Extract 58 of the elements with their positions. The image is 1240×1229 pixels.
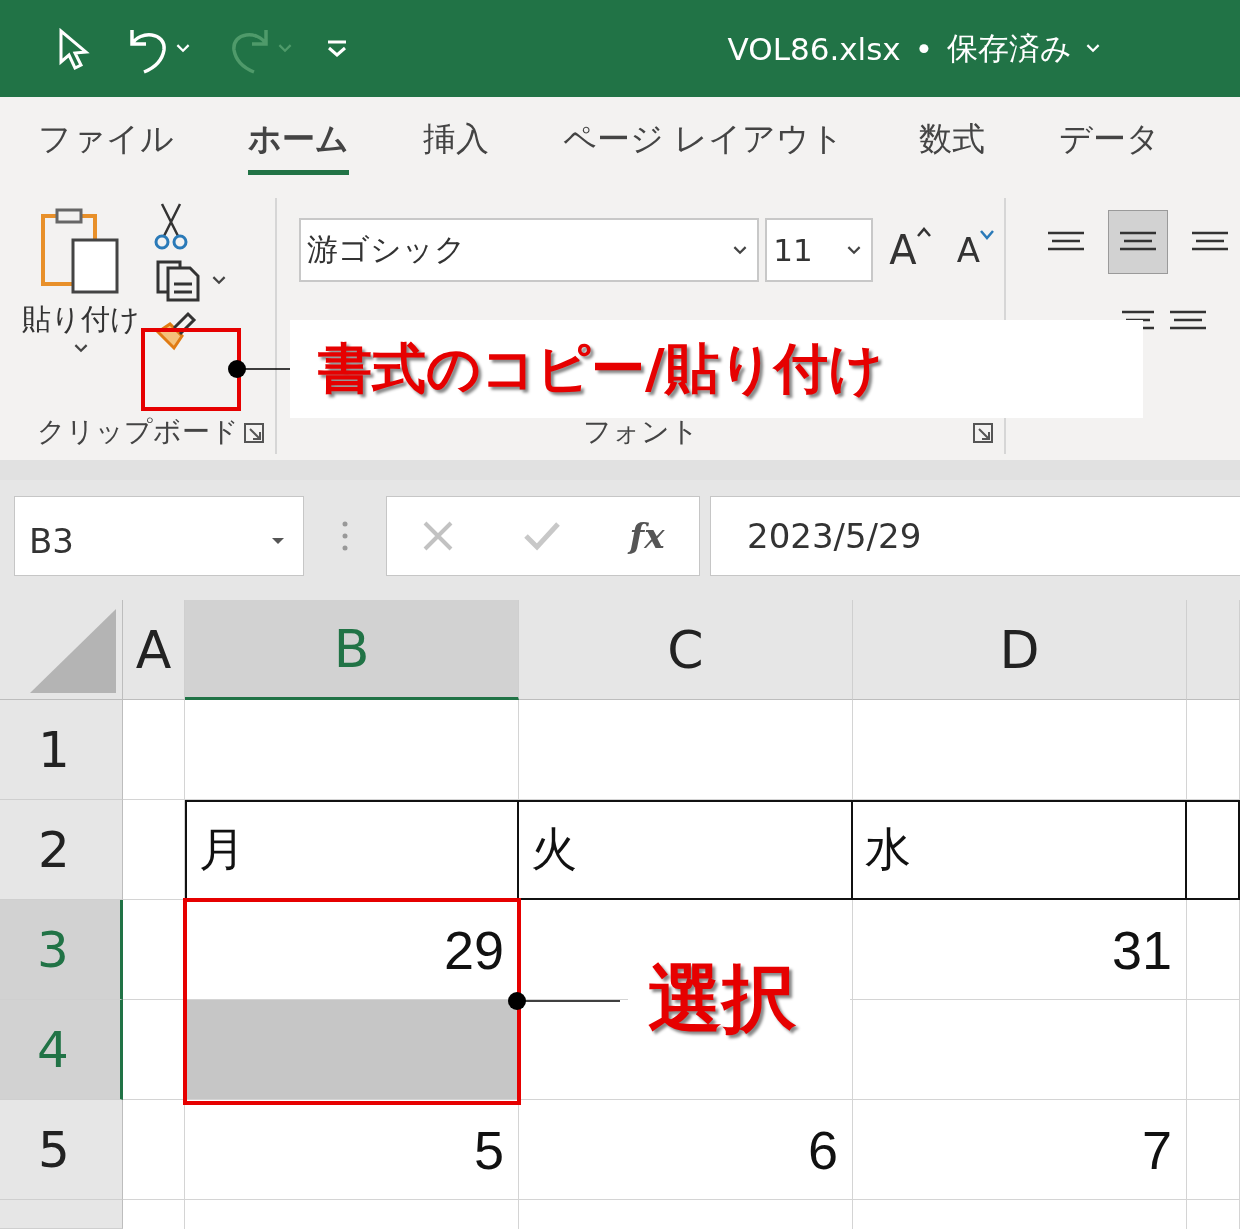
caret-icon bbox=[1086, 44, 1100, 53]
callout-label: 書式のコピー/貼り付け bbox=[290, 320, 1143, 418]
row-header[interactable]: 5 bbox=[0, 1100, 123, 1200]
cell-text: 月 bbox=[185, 800, 519, 900]
check-icon[interactable] bbox=[522, 521, 561, 551]
caret-icon bbox=[74, 344, 88, 353]
cell-text: 火 bbox=[519, 800, 853, 900]
paste-button[interactable]: 貼り付け bbox=[0, 198, 140, 410]
separator-dot: • bbox=[914, 30, 933, 67]
caret-down-icon bbox=[980, 230, 994, 240]
cell-text: 5 bbox=[185, 1100, 519, 1200]
cell-text: 水 bbox=[853, 800, 1187, 900]
ribbon-tab[interactable]: ファイル bbox=[38, 97, 174, 175]
caret-up-icon bbox=[916, 227, 931, 237]
paintbrush-icon[interactable] bbox=[154, 310, 198, 352]
cell-text: 7 bbox=[853, 1100, 1187, 1200]
formula-field[interactable]: 2023/5/29 bbox=[710, 496, 1240, 576]
ribbon-tab[interactable]: 挿入 bbox=[423, 97, 489, 175]
group-label: クリップボード bbox=[36, 414, 239, 450]
row-header[interactable]: 3 bbox=[0, 900, 123, 1000]
align-button[interactable] bbox=[1108, 210, 1168, 274]
insert-function-button[interactable]: fx bbox=[629, 516, 665, 556]
ribbon-tab[interactable]: データ bbox=[1058, 97, 1160, 175]
copy-icon[interactable] bbox=[154, 258, 202, 302]
caret-icon bbox=[733, 245, 748, 255]
font-name-dropdown[interactable]: 游ゴシック bbox=[299, 218, 760, 282]
ribbon-tab[interactable]: ページ レイアウト bbox=[563, 97, 845, 175]
row-header[interactable]: 1 bbox=[0, 700, 123, 800]
grip-dots-icon bbox=[342, 521, 348, 551]
column-header[interactable]: D bbox=[853, 600, 1187, 700]
column-header[interactable]: C bbox=[519, 600, 853, 700]
cell-text: 31 bbox=[853, 900, 1187, 1000]
customize-icon[interactable] bbox=[326, 38, 348, 59]
ribbon-tab[interactable]: ホーム bbox=[248, 97, 349, 175]
font-size-dropdown[interactable]: 11 bbox=[765, 218, 874, 282]
cell-text: 6 bbox=[519, 1100, 853, 1200]
caret-icon bbox=[278, 44, 292, 53]
shrink-font-button[interactable]: A bbox=[946, 230, 1004, 270]
column-header[interactable]: A bbox=[123, 600, 185, 700]
scissors-icon[interactable] bbox=[154, 202, 188, 250]
caret-icon bbox=[847, 245, 862, 255]
grid-cell bbox=[123, 1200, 185, 1229]
cell-text: 29 bbox=[185, 900, 519, 1000]
grid-cell bbox=[1187, 1200, 1240, 1229]
row-header[interactable]: 2 bbox=[0, 800, 123, 900]
column-header[interactable]: B bbox=[185, 600, 519, 700]
grow-font-button[interactable]: A bbox=[879, 227, 941, 273]
pointer-icon[interactable] bbox=[58, 27, 92, 70]
dialog-launcher-icon[interactable] bbox=[243, 422, 266, 444]
caret-icon bbox=[212, 275, 226, 285]
save-status[interactable]: 保存済み bbox=[947, 27, 1072, 70]
file-name: VOL86.xlsx bbox=[727, 30, 901, 67]
caret-icon bbox=[176, 44, 190, 53]
dialog-launcher-icon[interactable] bbox=[972, 422, 994, 444]
row-header[interactable]: 4 bbox=[0, 1000, 123, 1100]
name-box[interactable]: B3 bbox=[14, 496, 304, 576]
leader-line bbox=[228, 360, 290, 378]
ribbon-tab[interactable]: 数式 bbox=[918, 97, 985, 175]
